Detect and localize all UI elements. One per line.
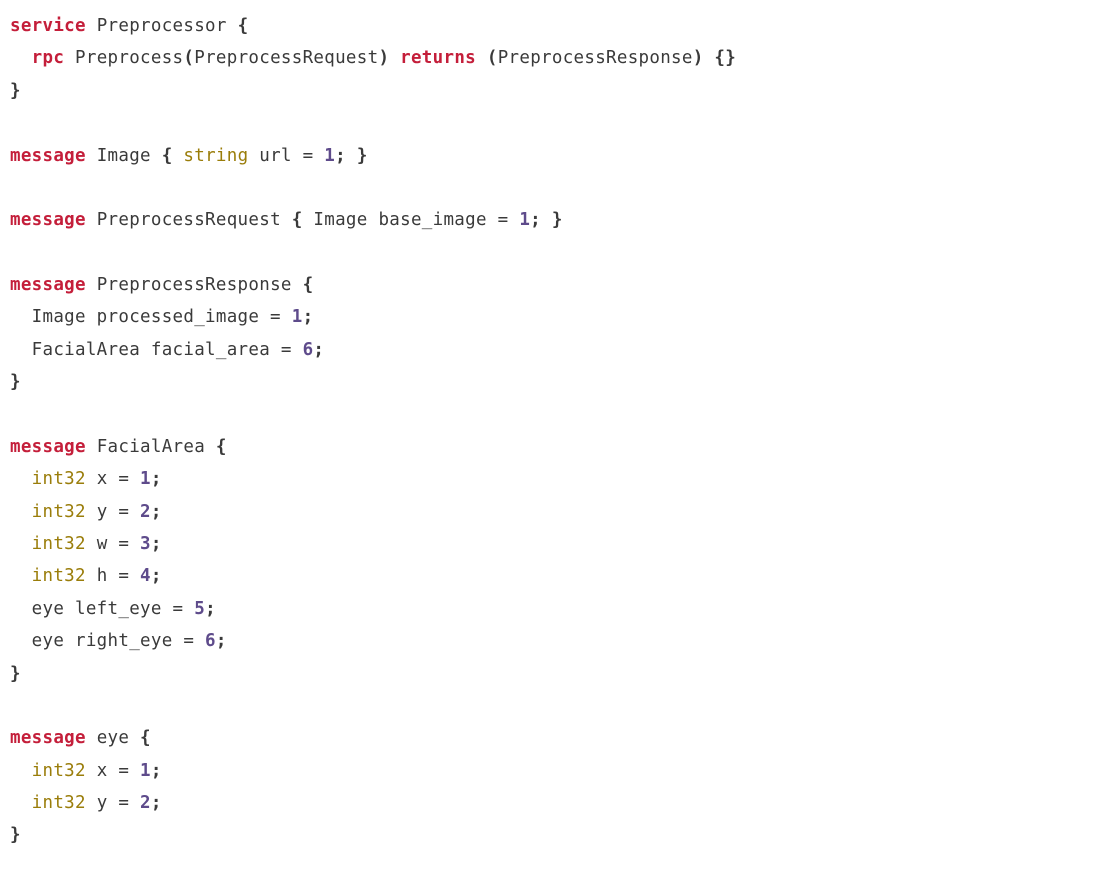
code-block: service Preprocessor { rpc Preprocess(Pr… bbox=[10, 10, 1084, 852]
